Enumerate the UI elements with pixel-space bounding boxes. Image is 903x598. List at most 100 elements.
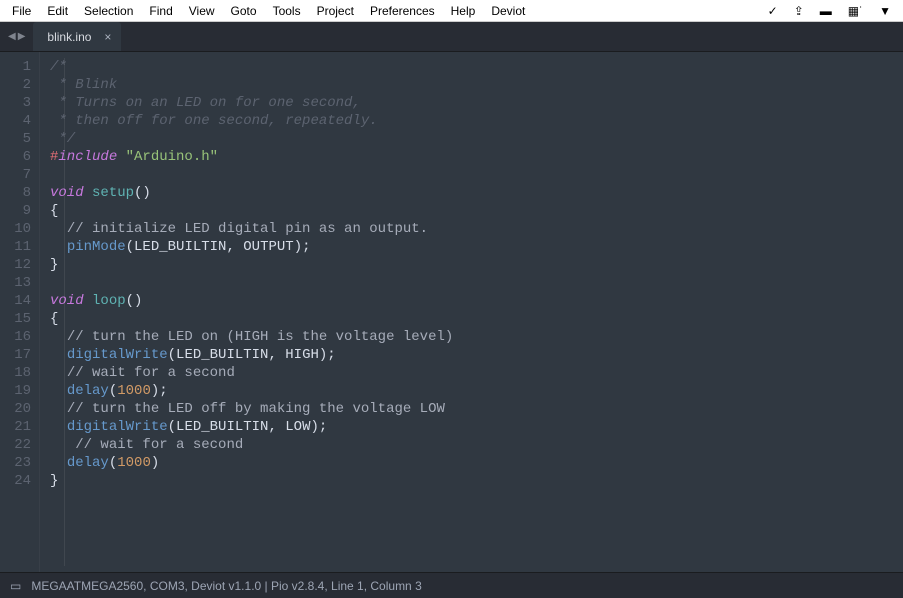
- token-number: 1000: [117, 455, 151, 471]
- code-line[interactable]: [50, 274, 903, 292]
- token-comment: // turn the LED off by making the voltag…: [67, 401, 445, 417]
- status-bar: ▭ MEGAATMEGA2560, COM3, Deviot v1.1.0 | …: [0, 572, 903, 598]
- monitor-icon[interactable]: ▬: [812, 2, 840, 20]
- line-number: 7: [0, 166, 31, 184]
- line-number: 1: [0, 58, 31, 76]
- line-number: 9: [0, 202, 31, 220]
- line-number: 15: [0, 310, 31, 328]
- code-line[interactable]: void loop(): [50, 292, 903, 310]
- console-icon[interactable]: ▦˙: [840, 2, 871, 20]
- token-comment: // wait for a second: [75, 437, 243, 453]
- line-number: 21: [0, 418, 31, 436]
- check-icon[interactable]: ✓: [760, 2, 786, 20]
- nav-prev-icon[interactable]: ◀: [8, 31, 16, 42]
- line-number: 10: [0, 220, 31, 238]
- token-func: digitalWrite: [67, 419, 168, 435]
- close-icon[interactable]: ×: [104, 30, 111, 44]
- menu-item-find[interactable]: Find: [141, 2, 180, 20]
- line-number: 14: [0, 292, 31, 310]
- menu-item-selection[interactable]: Selection: [76, 2, 141, 20]
- code-line[interactable]: #include "Arduino.h": [50, 148, 903, 166]
- line-number: 5: [0, 130, 31, 148]
- code-line[interactable]: /*: [50, 58, 903, 76]
- indent-guide: [64, 58, 65, 566]
- token-doc: * then off for one second, repeatedly.: [50, 113, 378, 129]
- token-keyword: include: [58, 149, 117, 165]
- menu-item-deviot[interactable]: Deviot: [483, 2, 533, 20]
- line-number: 8: [0, 184, 31, 202]
- token-punct: );: [319, 347, 336, 363]
- code-line[interactable]: {: [50, 202, 903, 220]
- token-punct: (: [126, 239, 134, 255]
- token-punct: );: [294, 239, 311, 255]
- code-line[interactable]: [50, 166, 903, 184]
- token-doc: */: [50, 131, 75, 147]
- nav-next-icon[interactable]: ▶: [18, 31, 26, 42]
- token-punct: (): [126, 293, 143, 309]
- code-line[interactable]: // initialize LED digital pin as an outp…: [50, 220, 903, 238]
- token-plain: [84, 293, 92, 309]
- token-punct: (: [109, 455, 117, 471]
- menu-item-file[interactable]: File: [4, 2, 39, 20]
- line-number: 2: [0, 76, 31, 94]
- code-line[interactable]: }: [50, 472, 903, 490]
- token-punct: {: [50, 203, 58, 219]
- tab-nav[interactable]: ◀ ▶: [0, 22, 33, 51]
- code-line[interactable]: delay(1000): [50, 454, 903, 472]
- menu-item-tools[interactable]: Tools: [265, 2, 309, 20]
- code-line[interactable]: // wait for a second: [50, 364, 903, 382]
- code-line[interactable]: pinMode(LED_BUILTIN, OUTPUT);: [50, 238, 903, 256]
- menu-item-help[interactable]: Help: [443, 2, 484, 20]
- code-line[interactable]: // turn the LED off by making the voltag…: [50, 400, 903, 418]
- code-line[interactable]: delay(1000);: [50, 382, 903, 400]
- token-punct: {: [50, 311, 58, 327]
- menu-item-preferences[interactable]: Preferences: [362, 2, 443, 20]
- code-line[interactable]: // wait for a second: [50, 436, 903, 454]
- token-keyword: void: [50, 185, 84, 201]
- token-punct: );: [311, 419, 328, 435]
- token-comment: // wait for a second: [67, 365, 235, 381]
- panel-icon[interactable]: ▭: [10, 579, 21, 593]
- code-editor[interactable]: 123456789101112131415161718192021222324 …: [0, 52, 903, 572]
- token-punct: }: [50, 257, 58, 273]
- tab-blink-ino[interactable]: blink.ino×: [33, 22, 121, 51]
- token-comment: // turn the LED on (HIGH is the voltage …: [67, 329, 453, 345]
- token-punct: (: [109, 383, 117, 399]
- token-const: OUTPUT: [243, 239, 293, 255]
- line-number: 20: [0, 400, 31, 418]
- line-number: 22: [0, 436, 31, 454]
- token-punct: (: [168, 347, 176, 363]
- menu-item-edit[interactable]: Edit: [39, 2, 76, 20]
- code-area[interactable]: /* * Blink * Turns on an LED on for one …: [40, 52, 903, 572]
- token-func: digitalWrite: [67, 347, 168, 363]
- token-keyword: void: [50, 293, 84, 309]
- line-number: 4: [0, 112, 31, 130]
- code-line[interactable]: */: [50, 130, 903, 148]
- code-line[interactable]: digitalWrite(LED_BUILTIN, HIGH);: [50, 346, 903, 364]
- menu-item-goto[interactable]: Goto: [223, 2, 265, 20]
- code-line[interactable]: * Turns on an LED on for one second,: [50, 94, 903, 112]
- code-line[interactable]: }: [50, 256, 903, 274]
- line-gutter: 123456789101112131415161718192021222324: [0, 52, 40, 572]
- token-const: HIGH: [285, 347, 319, 363]
- line-number: 17: [0, 346, 31, 364]
- token-punct: );: [151, 383, 168, 399]
- code-line[interactable]: * then off for one second, repeatedly.: [50, 112, 903, 130]
- line-number: 11: [0, 238, 31, 256]
- dropdown-icon[interactable]: ▼: [871, 2, 899, 20]
- line-number: 23: [0, 454, 31, 472]
- code-line[interactable]: // turn the LED on (HIGH is the voltage …: [50, 328, 903, 346]
- line-number: 24: [0, 472, 31, 490]
- token-const: LED_BUILTIN: [176, 347, 268, 363]
- code-line[interactable]: digitalWrite(LED_BUILTIN, LOW);: [50, 418, 903, 436]
- menu-item-view[interactable]: View: [181, 2, 223, 20]
- upload-icon[interactable]: ⇪: [786, 2, 812, 20]
- token-func: delay: [67, 383, 109, 399]
- code-line[interactable]: * Blink: [50, 76, 903, 94]
- code-line[interactable]: {: [50, 310, 903, 328]
- token-ident: setup: [92, 185, 134, 201]
- line-number: 19: [0, 382, 31, 400]
- menu-item-project[interactable]: Project: [309, 2, 362, 20]
- code-line[interactable]: void setup(): [50, 184, 903, 202]
- token-const: LED_BUILTIN: [134, 239, 226, 255]
